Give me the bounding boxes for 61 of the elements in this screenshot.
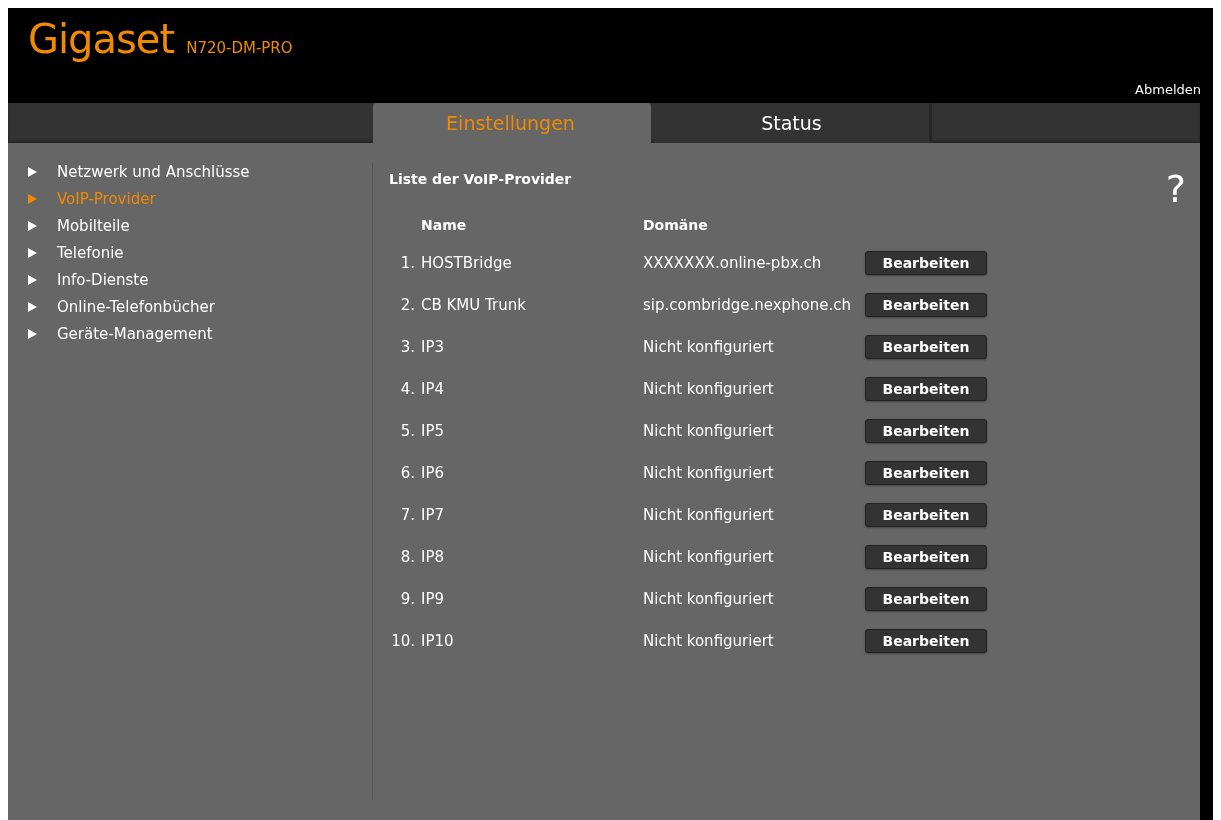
- edit-button[interactable]: Bearbeiten: [865, 503, 987, 527]
- triangle-icon: [28, 248, 37, 258]
- row-number: 8.: [399, 548, 416, 566]
- provider-name: IP7: [421, 506, 445, 524]
- row-number: 2.: [399, 296, 416, 314]
- provider-domain: sip.combridge.nexphone.ch: [643, 296, 852, 314]
- row-number: 10.: [390, 632, 416, 650]
- sidebar-item[interactable]: Online-Telefonbücher: [28, 298, 372, 316]
- provider-domain: Nicht konfiguriert: [643, 632, 775, 650]
- provider-name: IP10: [421, 632, 455, 650]
- help-icon[interactable]: ?: [1165, 167, 1186, 211]
- sidebar-item[interactable]: Mobilteile: [28, 217, 372, 235]
- edit-button[interactable]: Bearbeiten: [865, 545, 987, 569]
- triangle-icon: [28, 167, 37, 177]
- row-number: 4.: [399, 380, 416, 398]
- sidebar-item[interactable]: Info-Dienste: [28, 271, 372, 289]
- sidebar-item[interactable]: Netzwerk und Anschlüsse: [28, 163, 372, 181]
- edit-button[interactable]: Bearbeiten: [865, 419, 987, 443]
- edit-button[interactable]: Bearbeiten: [865, 293, 987, 317]
- section-title: Liste der VoIP-Provider: [389, 171, 573, 187]
- model-name: N720-DM-PRO: [186, 39, 293, 57]
- edit-button[interactable]: Bearbeiten: [865, 629, 987, 653]
- triangle-icon: [28, 221, 37, 231]
- row-number: 6.: [399, 464, 416, 482]
- sidebar-item[interactable]: Telefonie: [28, 244, 372, 262]
- triangle-icon: [28, 329, 37, 339]
- provider-domain: XXXXXXX.online-pbx.ch: [643, 254, 823, 272]
- provider-domain: Nicht konfiguriert: [643, 590, 775, 608]
- row-number: 5.: [399, 422, 416, 440]
- provider-name: IP6: [421, 464, 445, 482]
- provider-domain: Nicht konfiguriert: [643, 338, 775, 356]
- column-header: Name: [421, 217, 468, 233]
- row-number: 3.: [399, 338, 416, 356]
- provider-name: IP5: [421, 422, 445, 440]
- triangle-icon: [28, 302, 37, 312]
- row-number: 7.: [399, 506, 416, 524]
- provider-name: IP8: [421, 548, 445, 566]
- provider-domain: Nicht konfiguriert: [643, 422, 775, 440]
- provider-domain: Nicht konfiguriert: [643, 464, 775, 482]
- tab[interactable]: Status: [654, 103, 932, 143]
- provider-domain: Nicht konfiguriert: [643, 380, 775, 398]
- provider-name: IP3: [421, 338, 445, 356]
- edit-button[interactable]: Bearbeiten: [865, 251, 987, 275]
- edit-button[interactable]: Bearbeiten: [865, 587, 987, 611]
- column-header: Domäne: [643, 217, 709, 233]
- triangle-icon: [28, 194, 37, 204]
- provider-domain: Nicht konfiguriert: [643, 506, 775, 524]
- provider-domain: Nicht konfiguriert: [643, 548, 775, 566]
- sidebar-item[interactable]: Geräte-Management: [28, 325, 372, 343]
- gigaset-logo: Gigaset: [28, 16, 175, 62]
- logout-link[interactable]: Abmelden: [1135, 82, 1201, 103]
- provider-name: HOSTBridge: [421, 254, 513, 272]
- edit-button[interactable]: Bearbeiten: [865, 335, 987, 359]
- provider-name: IP9: [421, 590, 445, 608]
- row-number: 9.: [399, 590, 416, 608]
- edit-button[interactable]: Bearbeiten: [865, 377, 987, 401]
- row-number: 1.: [399, 254, 416, 272]
- provider-name: IP4: [421, 380, 445, 398]
- edit-button[interactable]: Bearbeiten: [865, 461, 987, 485]
- provider-name: CB KMU Trunk: [421, 296, 527, 314]
- triangle-icon: [28, 275, 37, 285]
